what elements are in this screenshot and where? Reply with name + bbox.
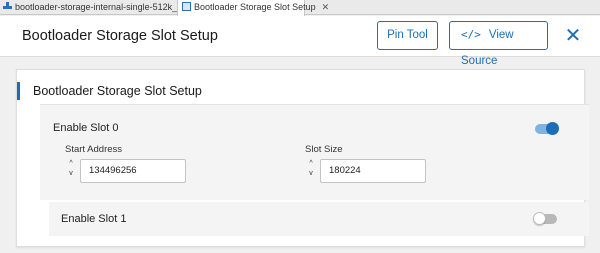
code-icon: </>	[461, 28, 481, 41]
chevron-down-icon[interactable]: v	[67, 170, 75, 180]
toggle-knob	[546, 122, 559, 135]
slot-size-stepper[interactable]: ^ v	[307, 160, 315, 180]
tab-bootloader-storage-slot-setup[interactable]: Bootloader Storage Slot Setup ✕	[177, 0, 329, 16]
start-address-label: Start Address	[65, 144, 123, 155]
tab-label: Bootloader Storage Slot Setup	[194, 2, 316, 12]
close-icon[interactable]: ✕	[563, 24, 583, 48]
slot-0-section: Enable Slot 0 Start Address ^ v 13449625…	[40, 104, 589, 200]
enable-slot-1-toggle[interactable]	[533, 212, 557, 225]
view-source-button[interactable]: </> View Source	[449, 21, 548, 67]
config-icon	[182, 2, 191, 11]
tab-close-icon[interactable]: ✕	[322, 2, 330, 12]
slot-size-label: Slot Size	[305, 144, 343, 155]
panel-title: Bootloader Storage Slot Setup	[17, 82, 202, 100]
editor-tab-bar: bootloader-storage-internal-single-512k_…	[0, 0, 600, 16]
chevron-up-icon[interactable]: ^	[307, 160, 315, 170]
toggle-knob	[533, 212, 546, 225]
page-header: Bootloader Storage Slot Setup Pin Tool <…	[0, 16, 600, 67]
chevron-up-icon[interactable]: ^	[67, 160, 75, 170]
page-title: Bootloader Storage Slot Setup	[22, 28, 218, 44]
slot-size-input[interactable]: 180224	[320, 159, 426, 183]
tab-label: bootloader-storage-internal-single-512k_…	[15, 2, 201, 12]
tab-slcp-project[interactable]: bootloader-storage-internal-single-512k_…	[3, 0, 201, 15]
pin-tool-button[interactable]: Pin Tool	[377, 21, 438, 50]
slot-1-section: Enable Slot 1	[49, 202, 589, 236]
start-address-input[interactable]: 134496256	[80, 159, 186, 183]
chevron-down-icon[interactable]: v	[307, 170, 315, 180]
enable-slot-1-label: Enable Slot 1	[61, 213, 127, 225]
start-address-stepper[interactable]: ^ v	[67, 160, 75, 180]
project-icon	[3, 2, 12, 11]
slot-setup-panel: Bootloader Storage Slot Setup Enable Slo…	[16, 69, 589, 247]
enable-slot-0-toggle[interactable]	[535, 122, 559, 135]
enable-slot-0-label: Enable Slot 0	[53, 122, 119, 134]
